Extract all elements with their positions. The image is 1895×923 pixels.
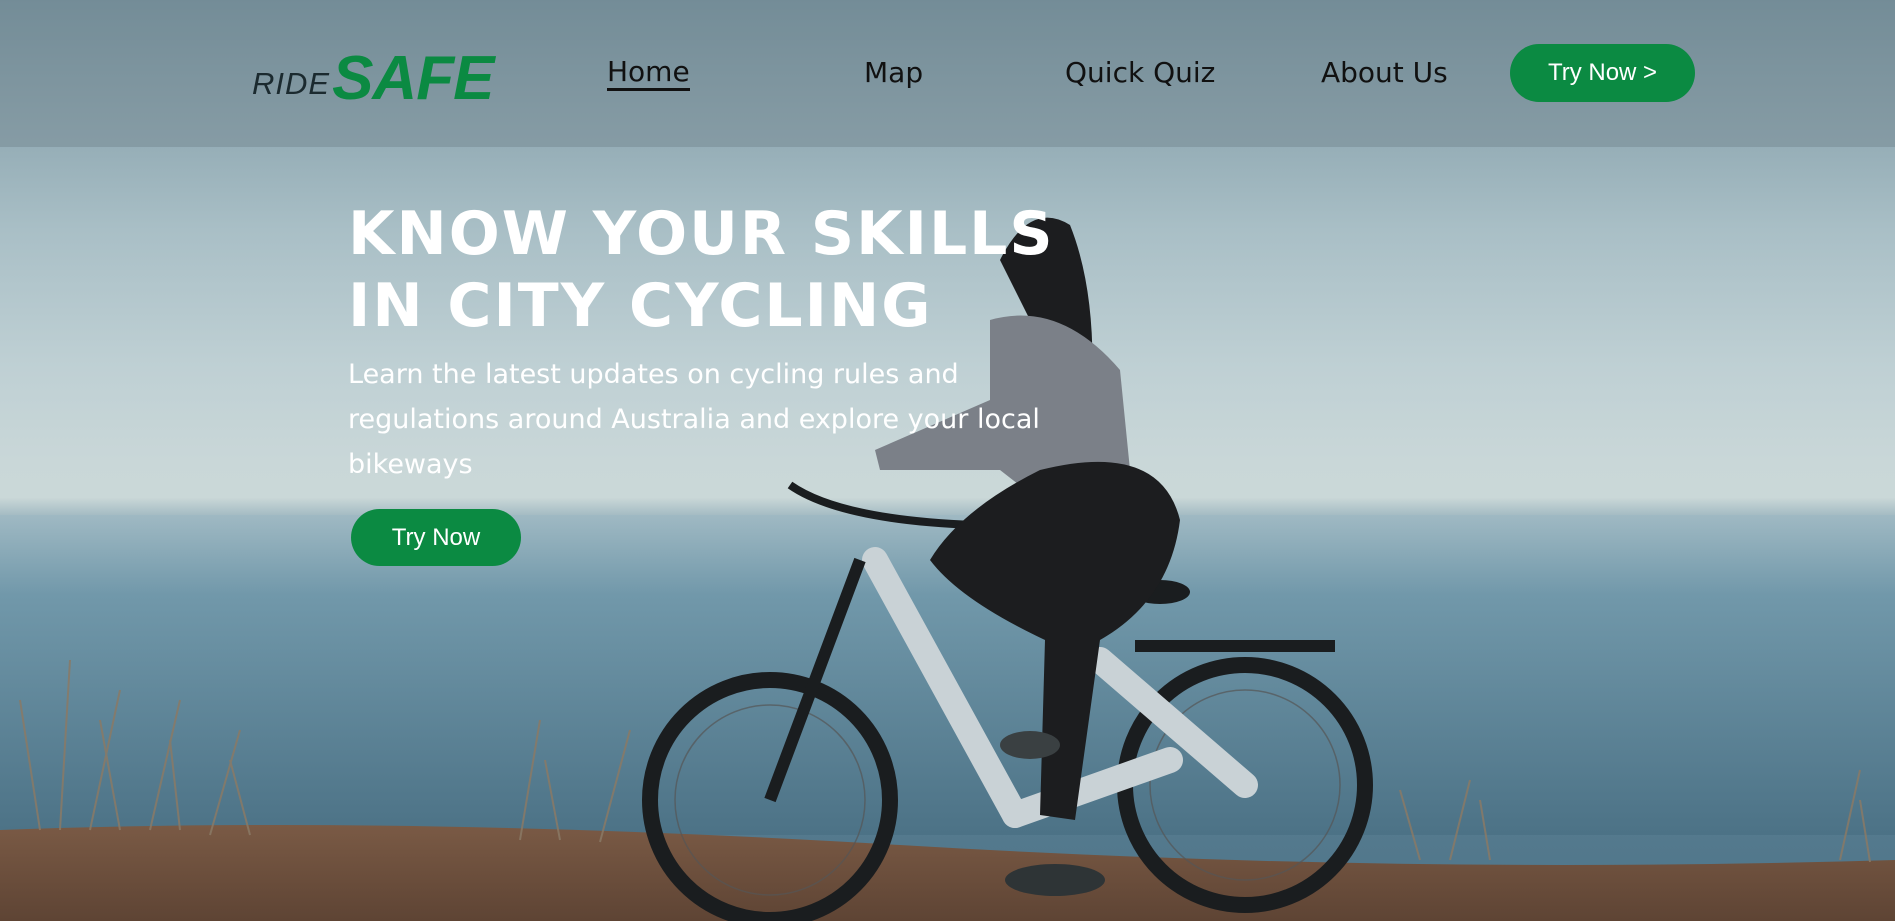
nav-try-now-button[interactable]: Try Now > (1510, 44, 1695, 102)
hero-title: Know your skills in city cycling (348, 199, 1055, 341)
hero-try-now-button[interactable]: Try Now (351, 509, 521, 566)
hero-section: RIDE SAFE Home Map Quick Quiz About Us T… (0, 0, 1895, 921)
nav-link-about-us[interactable]: About Us (1321, 55, 1448, 91)
nav-link-quick-quiz[interactable]: Quick Quiz (1065, 55, 1215, 91)
ridesafe-logo[interactable]: RIDE SAFE (252, 40, 494, 113)
nav-link-map[interactable]: Map (864, 55, 923, 91)
nav-link-home[interactable]: Home (607, 55, 690, 91)
logo-ride-text: RIDE (252, 66, 331, 101)
hero-subtitle: Learn the latest updates on cycling rule… (348, 359, 1040, 480)
logo-safe-text: SAFE (332, 44, 494, 113)
top-navbar: RIDE SAFE Home Map Quick Quiz About Us T… (0, 0, 1895, 147)
